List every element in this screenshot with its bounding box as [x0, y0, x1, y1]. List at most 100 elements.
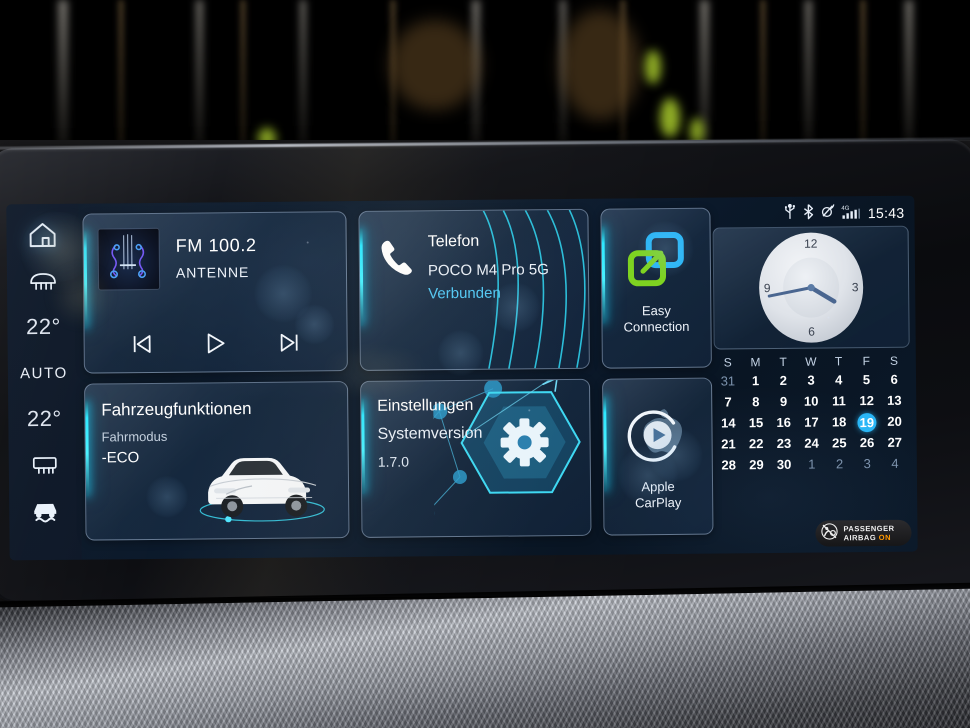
carplay-label-1: Apple	[641, 478, 675, 495]
screen-mirroring-icon	[602, 231, 711, 290]
play-button[interactable]	[201, 329, 231, 357]
calendar-weekday: W	[805, 354, 817, 369]
calendar-day[interactable]: 28	[715, 456, 743, 474]
tile-accent-bar	[84, 400, 90, 497]
airbag-state: ON	[878, 532, 892, 543]
calendar-day[interactable]: 15	[742, 414, 770, 432]
front-defrost-icon[interactable]	[19, 260, 67, 302]
settings-subtitle: Systemversion	[377, 424, 483, 443]
calendar-day-today[interactable]: 19	[853, 413, 881, 433]
calendar-weekday: M	[750, 355, 761, 370]
clock-numeral-3: 3	[852, 280, 859, 294]
calendar-day[interactable]: 31	[714, 372, 742, 390]
settings-tile[interactable]: Einstellungen Systemversion 1.7.0	[360, 378, 592, 538]
calendar-day[interactable]: 30	[770, 456, 798, 474]
calendar-day[interactable]: 3	[797, 372, 825, 390]
calendar-day[interactable]: 4	[825, 371, 853, 389]
calendar-day[interactable]: 2	[826, 455, 854, 473]
calendar-day[interactable]: 26	[853, 434, 881, 452]
calendar-day[interactable]: 23	[770, 435, 798, 453]
previous-track-button[interactable]	[127, 330, 157, 358]
calendar-day[interactable]: 3	[853, 455, 881, 473]
dashboard-trim	[0, 588, 970, 728]
apple-carplay-tile[interactable]: Apple CarPlay	[602, 377, 714, 536]
tile-accent-bar	[360, 397, 366, 494]
right-column: 4G 15:43 12 3 6 9 S M T W T F S 31 1 2 3…	[712, 202, 912, 547]
calendar-day[interactable]: 13	[880, 392, 908, 410]
svg-text:4G: 4G	[842, 205, 850, 211]
calendar-weekday: T	[779, 354, 787, 369]
calendar-widget[interactable]: SMTWTFS 31 1 2 3 4 5 6 7 8 9 10 11 12 13 14 15 16 17 18 19 2…	[714, 354, 909, 494]
infotainment-screen[interactable]: 22° AUTO 22° FM 100.2 ANTENNE Telefon PO…	[6, 195, 918, 561]
phone-widget[interactable]: Telefon POCO M4 Pro 5G Verbunden	[358, 208, 590, 371]
status-bar-time: 15:43	[867, 204, 905, 222]
calendar-weekday: S	[889, 353, 899, 368]
settings-title: Einstellungen	[377, 396, 474, 415]
carplay-play-icon	[603, 403, 712, 466]
radio-station-name: ANTENNE	[175, 264, 250, 281]
temperature-left[interactable]: 22°	[19, 306, 67, 348]
calendar-weekday: F	[862, 354, 871, 369]
calendar-day[interactable]: 11	[825, 392, 853, 410]
settings-version: 1.7.0	[377, 453, 410, 470]
vehicle-drive-mode-label: Fahrmodus	[101, 428, 168, 445]
calendar-weekday: S	[723, 355, 732, 370]
easy-connection-tile[interactable]: Easy Connection	[600, 207, 712, 369]
calendar-weekday: T	[834, 354, 843, 369]
calendar-day[interactable]: 27	[881, 434, 909, 452]
analog-clock-widget[interactable]: 12 3 6 9	[712, 225, 910, 350]
calendar-day[interactable]: 16	[770, 414, 798, 432]
home-icon[interactable]	[18, 214, 66, 256]
calendar-day[interactable]: 24	[798, 435, 826, 453]
calendar-day[interactable]: 8	[742, 393, 770, 411]
media-controls	[85, 328, 347, 359]
calendar-day[interactable]: 21	[715, 435, 743, 453]
vehicle-drive-mode-value: -ECO	[101, 449, 140, 467]
phone-title: Telefon	[427, 232, 480, 251]
calendar-day[interactable]: 1	[742, 372, 770, 390]
clock-numeral-6: 6	[808, 325, 815, 339]
calendar-day[interactable]: 4	[881, 455, 909, 473]
calendar-day[interactable]: 14	[714, 414, 742, 432]
calendar-day[interactable]: 9	[770, 393, 798, 411]
calendar-day[interactable]: 12	[853, 392, 881, 410]
status-bar: 4G 15:43	[784, 203, 905, 224]
calendar-day[interactable]: 5	[853, 371, 881, 389]
phone-device-name: POCO M4 Pro 5G	[427, 261, 549, 280]
calendar-day[interactable]: 25	[825, 434, 853, 452]
airbag-off-icon	[820, 522, 838, 545]
easy-connection-label-1: Easy	[641, 302, 671, 319]
temperature-right[interactable]: 22°	[20, 398, 68, 440]
white-suv-image	[199, 457, 325, 523]
tile-accent-bar	[82, 230, 88, 329]
violin-album-art	[97, 227, 161, 291]
calendar-day[interactable]: 20	[881, 413, 909, 431]
calendar-day[interactable]: 17	[797, 414, 825, 432]
radio-widget[interactable]: FM 100.2 ANTENNE	[82, 211, 348, 374]
clock-numeral-9: 9	[764, 281, 771, 295]
vehicle-functions-tile[interactable]: Fahrzeugfunktionen Fahrmodus -ECO	[84, 381, 350, 541]
radio-frequency: FM 100.2	[175, 234, 257, 256]
calendar-day[interactable]: 18	[825, 413, 853, 431]
calendar-day[interactable]: 1	[798, 456, 826, 474]
infotainment-photo: 22° AUTO 22° FM 100.2 ANTENNE Telefon PO…	[0, 0, 970, 728]
signal-4g-icon: 4G	[842, 203, 862, 224]
vehicle-title: Fahrzeugfunktionen	[101, 399, 252, 420]
traction-control-icon[interactable]	[21, 490, 69, 532]
calendar-day[interactable]: 29	[742, 456, 770, 474]
climate-sidebar[interactable]: 22° AUTO 22°	[6, 203, 82, 561]
calendar-day[interactable]: 7	[714, 393, 742, 411]
passenger-airbag-indicator: PASSENGER AIRBAG ON	[815, 519, 912, 547]
calendar-day[interactable]: 22	[742, 435, 770, 453]
clock-numeral-12: 12	[804, 237, 818, 251]
auto-climate-label[interactable]: AUTO	[20, 352, 68, 394]
next-track-button[interactable]	[275, 329, 305, 357]
easy-connection-label-2: Connection	[623, 318, 690, 335]
rear-defrost-icon[interactable]	[21, 444, 69, 486]
calendar-day[interactable]: 2	[769, 372, 797, 390]
usb-icon	[784, 203, 797, 224]
wifi-off-icon	[821, 203, 836, 223]
calendar-day[interactable]: 10	[797, 393, 825, 411]
calendar-days-grid[interactable]: 31 1 2 3 4 5 6 7 8 9 10 11 12 13 14 15 16 17 18 19 20 21 22 23 2…	[714, 371, 909, 475]
calendar-day[interactable]: 6	[880, 371, 908, 389]
